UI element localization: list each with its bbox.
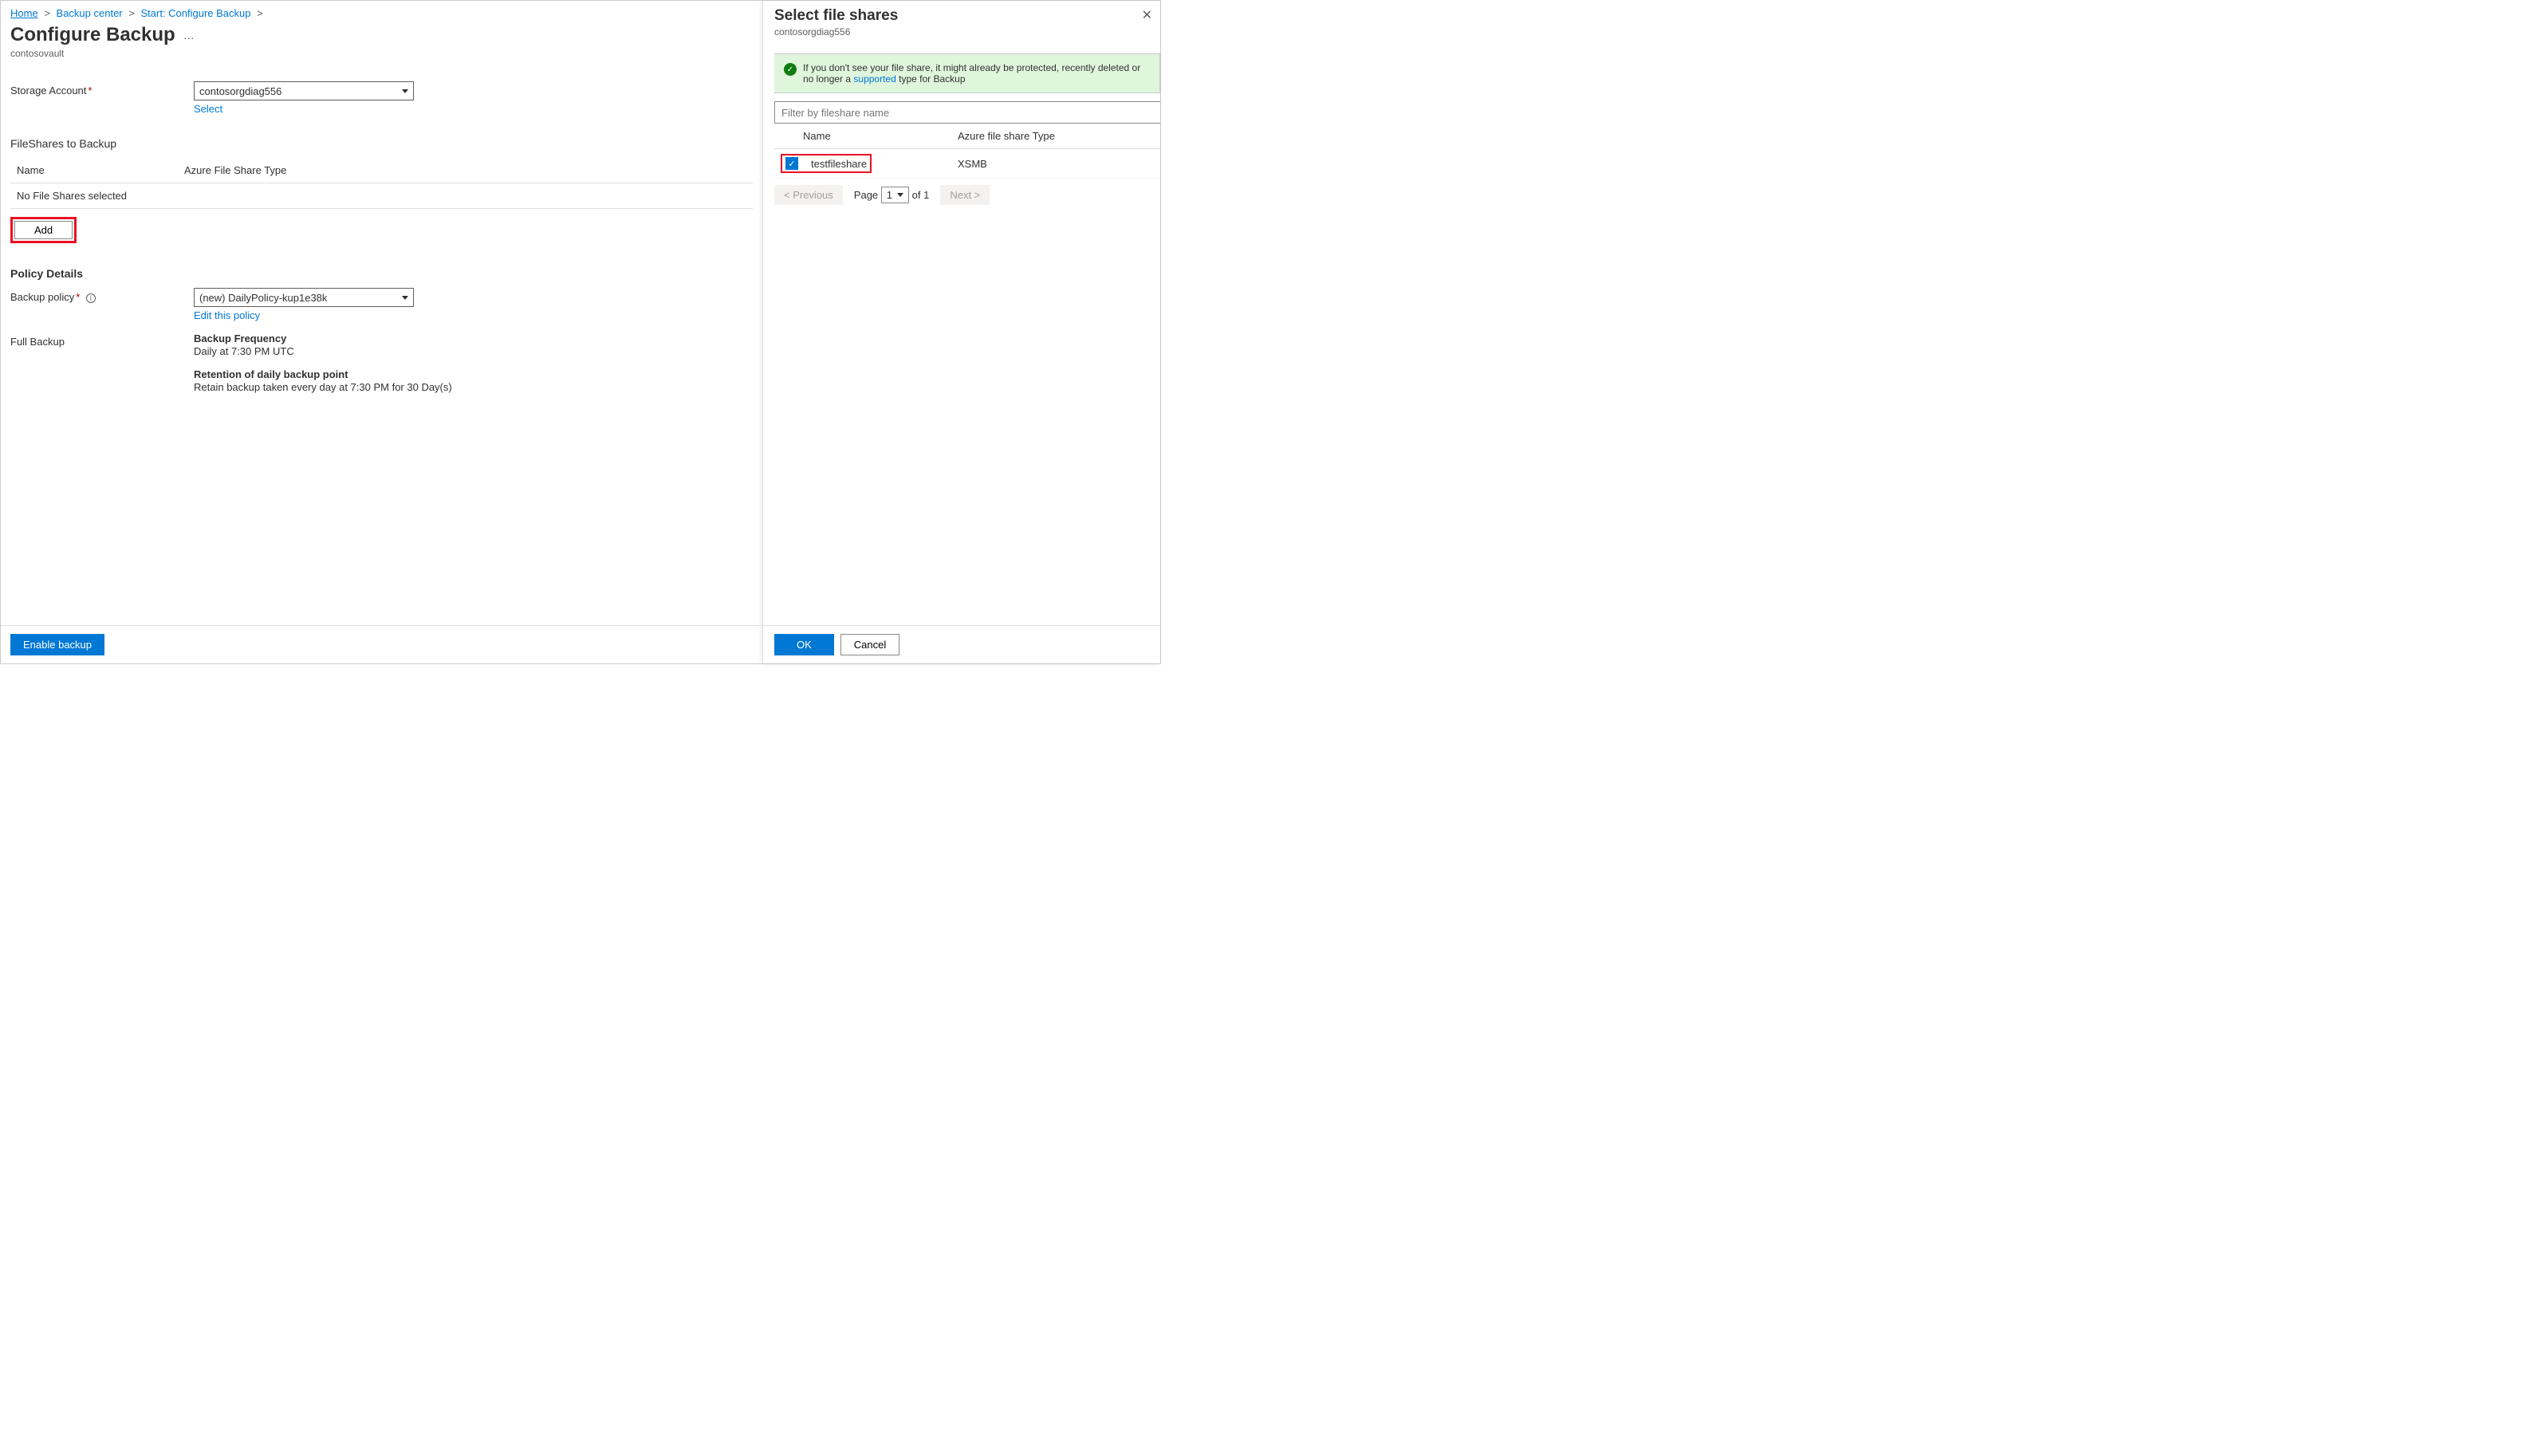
chevron-down-icon bbox=[402, 89, 408, 93]
row-highlight: ✓ testfileshare bbox=[781, 154, 872, 173]
fileshare-type: XSMB bbox=[951, 149, 1160, 179]
info-text-2: type for Backup bbox=[899, 73, 965, 85]
col-type: Azure File Share Type bbox=[178, 158, 753, 183]
enable-backup-button[interactable]: Enable backup bbox=[10, 634, 104, 655]
fileshare-name: testfileshare bbox=[811, 158, 867, 170]
storage-account-select[interactable]: contosorgdiag556 bbox=[194, 81, 414, 100]
page-title: Configure Backup bbox=[10, 24, 175, 46]
page-of: of 1 bbox=[912, 189, 930, 201]
chevron-down-icon bbox=[402, 296, 408, 300]
cancel-button[interactable]: Cancel bbox=[840, 634, 899, 655]
flyout-col-name: Name bbox=[797, 124, 951, 149]
col-name: Name bbox=[10, 158, 178, 183]
fileshares-table: Name Azure File Share Type No File Share… bbox=[10, 158, 753, 209]
backup-policy-select[interactable]: (new) DailyPolicy-kup1e38k bbox=[194, 288, 414, 307]
filter-input[interactable] bbox=[774, 101, 1160, 124]
more-icon[interactable]: … bbox=[183, 29, 195, 41]
breadcrumb: Home > Backup center > Start: Configure … bbox=[10, 7, 753, 19]
pagination: < Previous Page 1 of 1 Next > bbox=[774, 185, 1160, 205]
checkbox[interactable]: ✓ bbox=[785, 157, 798, 170]
breadcrumb-start-configure[interactable]: Start: Configure Backup bbox=[140, 7, 250, 19]
table-row: No File Shares selected bbox=[10, 183, 753, 209]
page-subtitle: contosovault bbox=[10, 48, 753, 59]
supported-link[interactable]: supported bbox=[853, 73, 895, 85]
main-footer: Enable backup bbox=[1, 625, 762, 663]
page-label: Page bbox=[854, 189, 878, 201]
flyout-subtitle: contosorgdiag556 bbox=[774, 26, 1149, 37]
breadcrumb-backup-center[interactable]: Backup center bbox=[57, 7, 123, 19]
table-row[interactable]: ✓ testfileshare XSMB bbox=[774, 149, 1160, 179]
info-banner: ✓ If you don't see your file share, it m… bbox=[774, 53, 1160, 93]
retention-label: Retention of daily backup point bbox=[194, 368, 452, 380]
flyout-title: Select file shares bbox=[774, 7, 1149, 25]
backup-frequency-value: Daily at 7:30 PM UTC bbox=[194, 345, 452, 357]
retention-value: Retain backup taken every day at 7:30 PM… bbox=[194, 381, 452, 393]
add-button-highlight: Add bbox=[10, 217, 77, 243]
flyout-col-type: Azure file share Type bbox=[951, 124, 1160, 149]
full-backup-label: Full Backup bbox=[10, 333, 194, 348]
breadcrumb-home[interactable]: Home bbox=[10, 7, 38, 19]
backup-policy-label: Backup policy* i bbox=[10, 288, 194, 303]
ok-button[interactable]: OK bbox=[774, 634, 834, 655]
storage-account-value: contosorgdiag556 bbox=[199, 85, 281, 97]
backup-frequency-label: Backup Frequency bbox=[194, 333, 452, 344]
empty-message: No File Shares selected bbox=[10, 183, 753, 209]
storage-account-label: Storage Account* bbox=[10, 81, 194, 96]
chevron-right-icon: > bbox=[44, 7, 50, 19]
select-file-shares-panel: Select file shares contosorgdiag556 ✕ ✓ … bbox=[763, 1, 1160, 663]
policy-section-title: Policy Details bbox=[10, 267, 753, 280]
info-icon[interactable]: i bbox=[86, 293, 96, 303]
previous-button[interactable]: < Previous bbox=[774, 185, 843, 205]
backup-policy-value: (new) DailyPolicy-kup1e38k bbox=[199, 292, 327, 304]
close-icon[interactable]: ✕ bbox=[1142, 7, 1152, 23]
add-button[interactable]: Add bbox=[14, 221, 73, 239]
edit-policy-link[interactable]: Edit this policy bbox=[194, 309, 414, 321]
fileshares-section-title: FileShares to Backup bbox=[10, 137, 753, 150]
chevron-down-icon bbox=[897, 193, 903, 197]
flyout-footer: OK Cancel bbox=[763, 625, 1160, 663]
chevron-right-icon: > bbox=[128, 7, 135, 19]
fileshares-list-table: Name Azure file share Type ✓ testfilesha… bbox=[774, 124, 1160, 179]
chevron-right-icon: > bbox=[257, 7, 263, 19]
check-circle-icon: ✓ bbox=[784, 63, 797, 76]
next-button[interactable]: Next > bbox=[940, 185, 990, 205]
storage-account-select-link[interactable]: Select bbox=[194, 103, 414, 115]
page-select[interactable]: 1 bbox=[881, 187, 909, 203]
